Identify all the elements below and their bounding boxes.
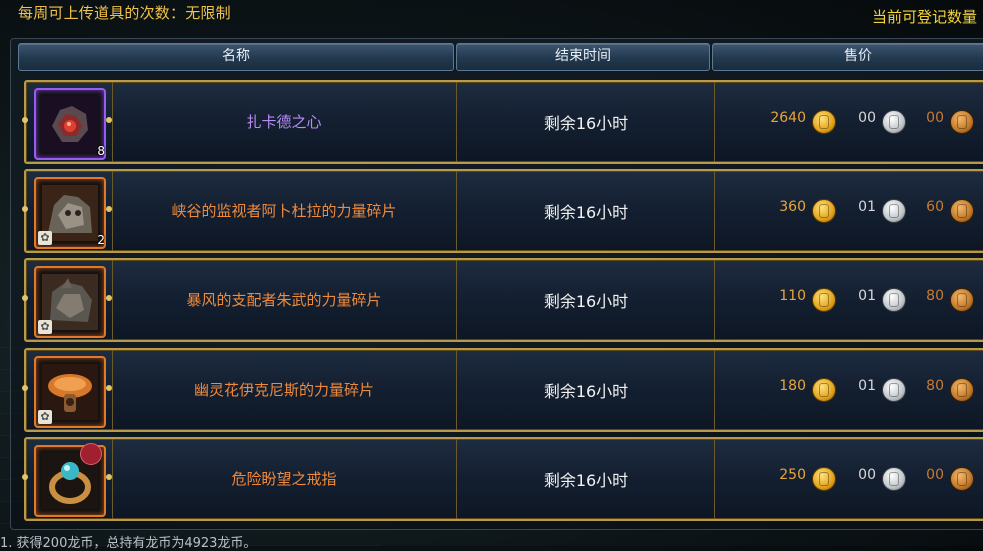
copper-amount: 00 [926, 110, 944, 126]
item-name: 幽灵花伊克尼斯的力量碎片 [193, 381, 374, 399]
silver-coin-icon [882, 110, 906, 134]
time-remaining: 剩余16小时 [543, 203, 629, 222]
column-divider [112, 260, 113, 340]
silver-amount: 01 [858, 378, 876, 394]
item-icon-slot[interactable]: 8 [34, 88, 106, 160]
copper-coin-icon [950, 110, 974, 134]
gold-amount: 180 [779, 378, 806, 394]
time-remaining: 剩余16小时 [543, 114, 629, 133]
auction-row[interactable]: ✿ 2 峡谷的监视者阿卜杜拉的力量碎片 剩余16小时 360 01 60 [22, 169, 983, 253]
column-divider [112, 439, 113, 519]
gold-coin-icon [812, 467, 836, 491]
column-divider [714, 171, 715, 251]
column-divider [456, 171, 457, 251]
column-header-name[interactable]: 名称 [18, 43, 454, 71]
item-icon-slot[interactable]: ✿ [34, 356, 106, 428]
column-divider [714, 439, 715, 519]
column-header-price[interactable]: 售价 [712, 43, 983, 71]
time-remaining: 剩余16小时 [543, 471, 629, 490]
column-header-end-time[interactable]: 结束时间 [456, 43, 710, 71]
item-icon-slot[interactable]: ✿ [34, 266, 106, 338]
silver-coin-icon [882, 378, 906, 402]
column-divider [714, 350, 715, 430]
weekly-upload-limit: 每周可上传道具的次数：无限制 [18, 4, 231, 22]
copper-coin-icon [950, 467, 974, 491]
silver-coin-icon [882, 467, 906, 491]
gold-amount: 250 [779, 467, 806, 483]
frame-knob [22, 206, 28, 212]
silver-amount: 01 [858, 199, 876, 215]
gold-amount: 2640 [770, 110, 806, 126]
item-name: 暴风的支配者朱武的力量碎片 [186, 291, 382, 309]
heart-crystal-icon [42, 96, 98, 152]
silver-amount: 00 [858, 467, 876, 483]
column-divider [112, 82, 113, 162]
time-remaining: 剩余16小时 [543, 292, 629, 311]
copper-coin-icon [950, 199, 974, 223]
silver-coin-icon [882, 288, 906, 312]
auction-row[interactable]: ✿ 暴风的支配者朱武的力量碎片 剩余16小时 110 01 80 [22, 258, 983, 342]
gold-amount: 110 [779, 288, 806, 304]
column-divider [714, 260, 715, 340]
gold-coin-icon [812, 378, 836, 402]
frame-knob [22, 295, 28, 301]
gold-coin-icon [812, 288, 836, 312]
item-name: 扎卡德之心 [246, 113, 322, 131]
silver-coin-icon [882, 199, 906, 223]
frame-knob [22, 474, 28, 480]
auction-row[interactable]: 危险盼望之戒指 剩余16小时 250 00 00 [22, 437, 983, 521]
seal-icon: ✿ [38, 231, 52, 245]
copper-amount: 80 [926, 288, 944, 304]
column-divider [112, 350, 113, 430]
gold-coin-icon [812, 199, 836, 223]
stack-count: 2 [97, 233, 105, 247]
frame-knob [22, 385, 28, 391]
column-divider [112, 171, 113, 251]
class-restriction-badge-icon [80, 443, 102, 465]
seal-icon: ✿ [38, 410, 52, 424]
item-name: 危险盼望之戒指 [231, 470, 337, 488]
auction-row[interactable]: 8 扎卡德之心 剩余16小时 2640 00 00 [22, 80, 983, 164]
chat-log-line: 1. 获得200龙币，总持有龙币为4923龙币。 [0, 536, 257, 551]
copper-amount: 60 [926, 199, 944, 215]
register-count-label: 当前可登记数量 [872, 8, 978, 26]
copper-amount: 00 [926, 467, 944, 483]
frame-knob [22, 117, 28, 123]
gold-amount: 360 [779, 199, 806, 215]
gold-coin-icon [812, 110, 836, 134]
column-divider [456, 82, 457, 162]
column-divider [456, 350, 457, 430]
copper-coin-icon [950, 378, 974, 402]
auction-row[interactable]: ✿ 幽灵花伊克尼斯的力量碎片 剩余16小时 180 01 80 [22, 348, 983, 432]
column-divider [456, 260, 457, 340]
silver-amount: 00 [858, 110, 876, 126]
item-icon-slot[interactable]: ✿ 2 [34, 177, 106, 249]
column-divider [456, 439, 457, 519]
seal-icon: ✿ [38, 320, 52, 334]
column-divider [714, 82, 715, 162]
stack-count: 8 [97, 144, 105, 158]
time-remaining: 剩余16小时 [543, 382, 629, 401]
item-name: 峡谷的监视者阿卜杜拉的力量碎片 [171, 202, 397, 220]
copper-amount: 80 [926, 378, 944, 394]
copper-coin-icon [950, 288, 974, 312]
silver-amount: 01 [858, 288, 876, 304]
